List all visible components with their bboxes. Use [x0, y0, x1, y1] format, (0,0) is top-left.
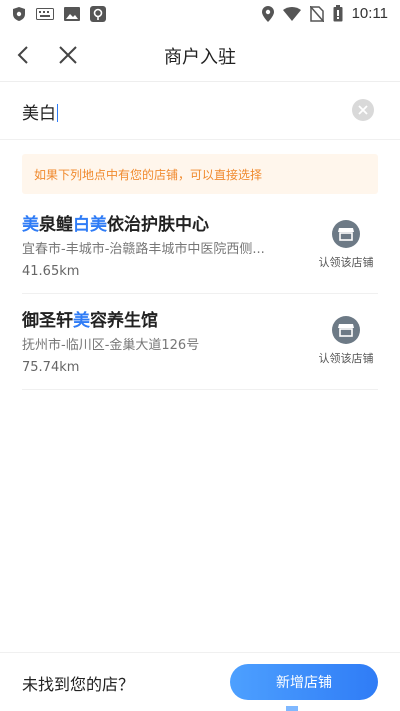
- app-icon: [90, 6, 106, 22]
- keyboard-icon: [36, 8, 54, 20]
- store-icon: [332, 220, 360, 248]
- title-text: 容养生馆: [90, 311, 158, 331]
- title-text: 依治护肤中心: [107, 215, 209, 235]
- title-highlight: 白美: [73, 215, 107, 235]
- store-title: 美泉鳇白美依治护肤中心: [22, 210, 209, 235]
- claim-store-button[interactable]: 认领该店铺: [314, 220, 378, 270]
- location-icon: [261, 5, 274, 22]
- text-cursor: [57, 104, 58, 122]
- image-icon: [64, 7, 80, 21]
- claim-label: 认领该店铺: [318, 256, 374, 269]
- store-title: 御圣轩美容养生馆: [22, 306, 158, 331]
- status-bar: 10:11: [0, 0, 400, 30]
- store-icon: [332, 316, 360, 344]
- claim-label: 认领该店铺: [318, 352, 374, 365]
- wifi-icon: [282, 6, 301, 21]
- store-distance: 41.65km: [22, 264, 80, 279]
- battery-icon: [333, 5, 343, 22]
- list-item[interactable]: 御圣轩美容养生馆 抚州市-临川区-金巢大道126号 75.74km 认领该店铺: [22, 294, 378, 390]
- tip-text: 如果下列地点中有您的店铺，可以直接选择: [34, 168, 263, 182]
- title-text: 御圣轩: [22, 311, 73, 331]
- add-store-button[interactable]: 新增店铺: [230, 664, 378, 700]
- results-list: 美泉鳇白美依治护肤中心 宜春市-丰城市-治赣路丰城市中医院西侧... 41.65…: [0, 198, 400, 390]
- page-title: 商户入驻: [164, 47, 236, 68]
- nav-bar: 商户入驻: [0, 30, 400, 82]
- title-highlight: 美: [22, 215, 39, 235]
- status-time: 10:11: [351, 5, 388, 22]
- bottom-bar: 未找到您的店？ 新增店铺: [0, 652, 400, 711]
- search-input[interactable]: 美白: [22, 99, 58, 124]
- claim-store-button[interactable]: 认领该店铺: [314, 316, 378, 366]
- store-address: 宜春市-丰城市-治赣路丰城市中医院西侧...: [22, 242, 265, 257]
- list-item[interactable]: 美泉鳇白美依治护肤中心 宜春市-丰城市-治赣路丰城市中医院西侧... 41.65…: [22, 198, 378, 294]
- title-highlight: 美: [73, 311, 90, 331]
- clear-icon[interactable]: [352, 99, 374, 121]
- no-sim-icon: [309, 5, 324, 22]
- shield-icon: [12, 6, 26, 22]
- store-distance: 75.74km: [22, 360, 80, 375]
- title-text: 泉鳇: [39, 215, 73, 235]
- home-indicator: [286, 706, 298, 711]
- not-found-text: 未找到您的店？: [22, 675, 135, 694]
- tip-banner: 如果下列地点中有您的店铺，可以直接选择: [22, 154, 378, 194]
- store-address: 抚州市-临川区-金巢大道126号: [22, 338, 200, 353]
- search-value: 美白: [22, 104, 56, 124]
- search-bar: 美白: [0, 82, 400, 140]
